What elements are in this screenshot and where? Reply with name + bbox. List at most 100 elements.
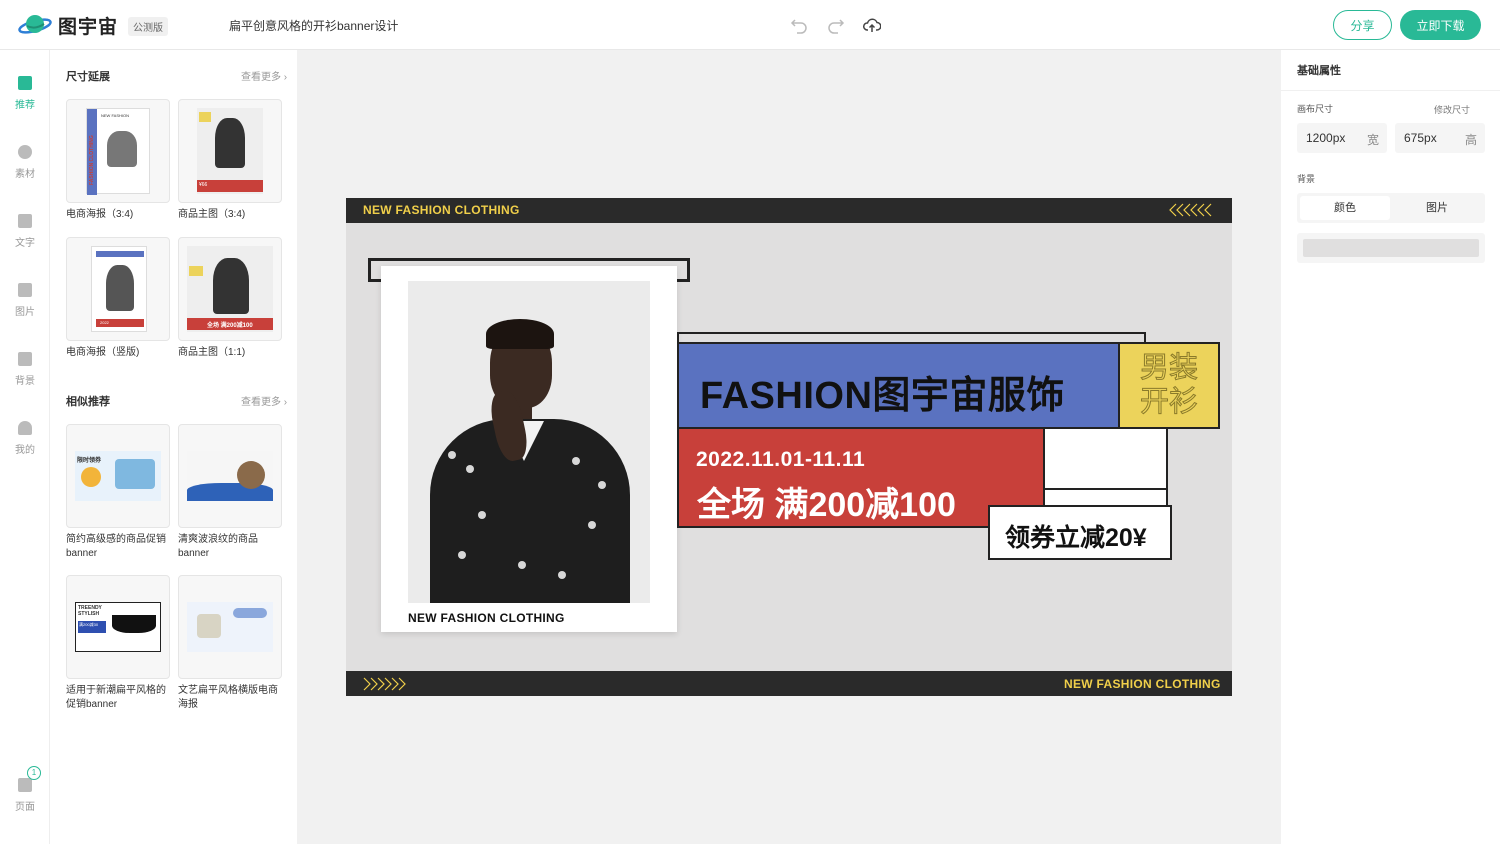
- background-tabs: 颜色 图片: [1297, 193, 1485, 223]
- nav-item-material[interactable]: 素材: [0, 145, 50, 180]
- view-more-link[interactable]: 查看更多 ›: [241, 393, 287, 408]
- template-thumb[interactable]: [178, 424, 282, 528]
- material-icon: [18, 145, 32, 159]
- properties-title: 基础属性: [1297, 65, 1341, 77]
- view-more-label: 查看更多: [241, 72, 281, 83]
- color-picker-field[interactable]: [1297, 233, 1485, 263]
- thumb-banner: 限时领券: [75, 451, 161, 501]
- thumb-poster: FASHION CLOTHING NEW FASHION: [86, 108, 150, 195]
- view-more-link[interactable]: 查看更多 ›: [241, 68, 287, 83]
- thumb-head-bar: [96, 251, 144, 257]
- nav-item-background[interactable]: 背景: [0, 352, 50, 387]
- width-unit: 宽: [1367, 133, 1380, 147]
- thumb-wave: [187, 483, 273, 501]
- height-field[interactable]: 675px 高: [1395, 123, 1485, 153]
- template-panel: 尺寸延展 查看更多 › FASHION CLOTHING NEW FASHION…: [50, 50, 297, 844]
- nav-item-text[interactable]: 文字: [0, 214, 50, 249]
- thumb-trendy: TREENDY STYLISH: [78, 605, 102, 617]
- template-caption: 电商海报（竖版): [66, 347, 140, 358]
- thumb-person: [215, 118, 245, 168]
- thumb-promo-short: 满200减30: [78, 621, 106, 633]
- coupon-text: 领券立减20¥: [1005, 524, 1147, 552]
- nav-item-image[interactable]: 图片: [0, 283, 50, 318]
- logo-text: 图宇宙: [58, 16, 119, 38]
- cloud-upload-icon[interactable]: [863, 16, 881, 34]
- nav-label: 素材: [15, 169, 35, 180]
- height-unit: 高: [1465, 133, 1478, 147]
- thumb-person: [107, 131, 137, 167]
- width-value: 1200px: [1306, 131, 1346, 145]
- color-swatch: [1303, 239, 1479, 257]
- document-title[interactable]: 扁平创意风格的开衫banner设计: [229, 17, 398, 34]
- thumb-side-text: FASHION CLOTHING: [89, 135, 95, 185]
- model-photo: [408, 281, 650, 603]
- template-thumb[interactable]: 全场 满200减100: [178, 237, 282, 341]
- undo-icon[interactable]: [790, 16, 808, 34]
- width-field[interactable]: 1200px 宽: [1297, 123, 1387, 153]
- nav-label: 推荐: [15, 100, 35, 111]
- template-caption: 清爽波浪纹的商品banner: [178, 534, 258, 559]
- template-thumb[interactable]: [178, 575, 282, 679]
- template-thumb[interactable]: 2022: [66, 237, 170, 341]
- photo-card[interactable]: NEW FASHION CLOTHING: [381, 266, 677, 632]
- coupon-box[interactable]: 领券立减20¥: [988, 505, 1172, 560]
- template-caption: 简约高级感的商品促销banner: [66, 534, 166, 559]
- nav-label: 我的: [15, 445, 35, 456]
- thumb-person: [213, 258, 249, 314]
- recommend-icon: [18, 76, 32, 90]
- thumb-person: [106, 265, 134, 311]
- tab-color[interactable]: 颜色: [1300, 196, 1390, 220]
- nav-item-pages[interactable]: 页面 1: [0, 766, 50, 813]
- thumb-banner: TREENDY STYLISH 满200减30: [75, 602, 161, 652]
- template-caption: 适用于新潮扁平风格的促销banner: [66, 685, 166, 710]
- logo[interactable]: 图宇宙: [18, 11, 118, 39]
- thumb-food: [237, 461, 265, 489]
- height-value: 675px: [1404, 131, 1437, 145]
- template-thumb[interactable]: FASHION CLOTHING NEW FASHION: [66, 99, 170, 203]
- nav-label: 页面: [15, 802, 35, 813]
- thumb-coin: [81, 467, 101, 487]
- share-button[interactable]: 分享: [1333, 10, 1392, 40]
- design-canvas[interactable]: NEW FASHION CLOTHING NEW FASHION CLOTHIN…: [346, 198, 1232, 696]
- nav-label: 文字: [15, 238, 35, 249]
- view-more-label: 查看更多: [241, 397, 281, 408]
- template-caption: 商品主图（1:1): [178, 347, 246, 358]
- thumb-year: 2022: [100, 320, 109, 325]
- redo-icon[interactable]: [827, 16, 845, 34]
- template-thumb[interactable]: TREENDY STYLISH 满200减30: [66, 575, 170, 679]
- thumb-tag: [199, 112, 211, 122]
- thumb-product-box: [115, 459, 155, 489]
- planet-logo-icon: [18, 15, 52, 34]
- top-bar: 图宇宙 公测版 扁平创意风格的开衫banner设计 分享 立即下载: [0, 0, 1500, 50]
- thumb-jar: [197, 614, 221, 638]
- nav-item-recommend[interactable]: 推荐: [0, 76, 50, 111]
- promo-text: 全场 满200减100: [697, 486, 956, 524]
- background-icon: [18, 352, 32, 366]
- similar-title: 相似推荐: [66, 396, 110, 408]
- headline-block[interactable]: FASHION图宇宙服饰: [677, 342, 1120, 429]
- thumb-price: ¥66: [199, 182, 208, 188]
- template-thumb[interactable]: ¥66: [178, 99, 282, 203]
- model-hair: [486, 319, 554, 349]
- text-icon: [18, 214, 32, 228]
- headline-text: FASHION图宇宙服饰: [700, 375, 1065, 417]
- thumb-head-text: NEW FASHION: [101, 113, 130, 118]
- thumb-product: 全场 满200减100: [187, 246, 273, 332]
- template-thumb[interactable]: 限时领券: [66, 424, 170, 528]
- tab-image[interactable]: 图片: [1392, 196, 1482, 220]
- top-strip-text: NEW FASHION CLOTHING: [363, 203, 520, 217]
- chevrons-right-icon: [363, 677, 406, 691]
- nav-item-mine[interactable]: 我的: [0, 421, 50, 456]
- size-extension-title: 尺寸延展: [66, 71, 110, 83]
- nav-label: 图片: [15, 307, 35, 318]
- download-button[interactable]: 立即下载: [1400, 10, 1481, 40]
- template-caption: 电商海报（3:4): [66, 209, 134, 220]
- background-label: 背景: [1297, 174, 1316, 184]
- thumb-promo: 全场 满200减100: [207, 323, 253, 329]
- category-tag[interactable]: 男装 开衫: [1118, 342, 1220, 429]
- chevrons-left-icon: [1169, 203, 1212, 217]
- canvas-size-label: 画布尺寸: [1297, 104, 1334, 114]
- modify-size-link[interactable]: 修改尺寸: [1434, 103, 1470, 116]
- photo-caption: NEW FASHION CLOTHING: [408, 611, 565, 625]
- left-nav: 推荐 素材 文字 图片 背景 我的 页面 1: [0, 50, 50, 844]
